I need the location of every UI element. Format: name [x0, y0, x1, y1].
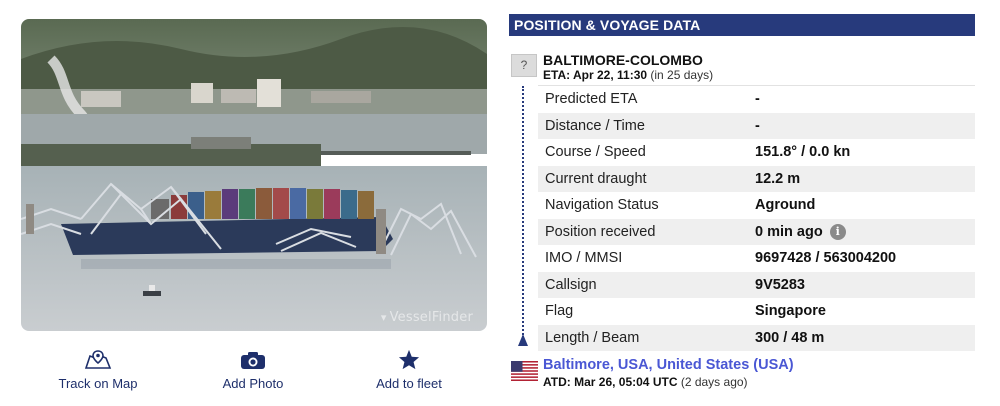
row-label: Navigation Status	[545, 197, 659, 214]
eta-label: ETA: Apr 22, 11:30	[543, 68, 648, 82]
row-value: Singapore	[755, 303, 826, 320]
add-photo-label: Add Photo	[222, 376, 284, 391]
row-value: 9697428 / 563004200	[755, 250, 897, 267]
voyage-data-table: Predicted ETA - Distance / Time - Course…	[538, 86, 975, 351]
atd-label: ATD: Mar 26, 05:04 UTC	[543, 375, 678, 389]
add-photo-button[interactable]: Add Photo	[178, 348, 328, 391]
row-label: Position received	[545, 223, 656, 240]
row-value: 0 min ago i	[755, 223, 846, 240]
panel-title: POSITION & VOYAGE DATA	[509, 14, 975, 36]
photo-actions: Track on Map Add Photo Add to fleet	[21, 348, 487, 396]
row-value: 12.2 m	[755, 170, 801, 187]
destination-eta: ETA: Apr 22, 11:30 (in 25 days)	[543, 68, 713, 82]
star-icon	[334, 348, 484, 370]
photo-watermark: ▾ VesselFinder	[381, 310, 473, 325]
departure-atd: ATD: Mar 26, 05:04 UTC (2 days ago)	[543, 375, 748, 389]
row-value: -	[755, 91, 760, 108]
table-row: Position received 0 min ago i	[538, 218, 975, 245]
table-row: Flag Singapore	[538, 298, 975, 325]
unknown-port-badge: ?	[511, 54, 537, 77]
add-to-fleet-button[interactable]: Add to fleet	[334, 348, 484, 391]
us-flag-icon	[511, 361, 538, 381]
position-received-value: 0 min ago	[755, 223, 823, 240]
row-label: Callsign	[545, 276, 597, 293]
row-label: Length / Beam	[545, 329, 640, 346]
table-row: Length / Beam 300 / 48 m	[538, 324, 975, 351]
watermark-text: VesselFinder	[389, 310, 473, 325]
row-label: Distance / Time	[545, 117, 645, 134]
camera-icon	[178, 348, 328, 370]
vessel-photo-image	[21, 19, 487, 331]
row-value: -	[755, 117, 760, 134]
track-on-map-button[interactable]: Track on Map	[23, 348, 173, 391]
departure-port-link[interactable]: Baltimore, USA, United States (USA)	[543, 357, 794, 373]
row-label: Flag	[545, 303, 574, 320]
table-row: Predicted ETA -	[538, 86, 975, 113]
table-row: Distance / Time -	[538, 112, 975, 139]
table-row: Course / Speed 151.8° / 0.0 kn	[538, 139, 975, 166]
vessel-photo[interactable]: ▾ VesselFinder	[21, 19, 487, 331]
departure-block: Baltimore, USA, United States (USA) ATD:…	[509, 356, 975, 392]
atd-relative: (2 days ago)	[680, 375, 748, 389]
eta-relative: (in 25 days)	[650, 68, 714, 82]
voyage-track-arrow-icon	[518, 334, 528, 346]
row-label: Course / Speed	[545, 144, 646, 161]
table-row: Current draught 12.2 m	[538, 165, 975, 192]
voyage-track-line	[522, 86, 524, 338]
table-row: Callsign 9V5283	[538, 271, 975, 298]
destination-block: ? BALTIMORE-COLOMBO ETA: Apr 22, 11:30 (…	[509, 52, 975, 84]
row-value: Aground	[755, 197, 816, 214]
info-icon[interactable]: i	[829, 223, 846, 240]
map-pin-icon	[23, 348, 173, 370]
vesselfinder-logo-icon: ▾	[380, 311, 387, 324]
row-value: 300 / 48 m	[755, 329, 825, 346]
destination-name: BALTIMORE-COLOMBO	[543, 52, 703, 68]
row-label: Predicted ETA	[545, 91, 638, 108]
table-row: IMO / MMSI 9697428 / 563004200	[538, 245, 975, 272]
track-on-map-label: Track on Map	[58, 376, 138, 391]
row-value: 9V5283	[755, 276, 805, 293]
add-to-fleet-label: Add to fleet	[376, 376, 442, 391]
row-label: IMO / MMSI	[545, 250, 623, 267]
row-value: 151.8° / 0.0 kn	[755, 144, 851, 161]
row-label: Current draught	[545, 170, 647, 187]
table-row: Navigation Status Aground	[538, 192, 975, 219]
